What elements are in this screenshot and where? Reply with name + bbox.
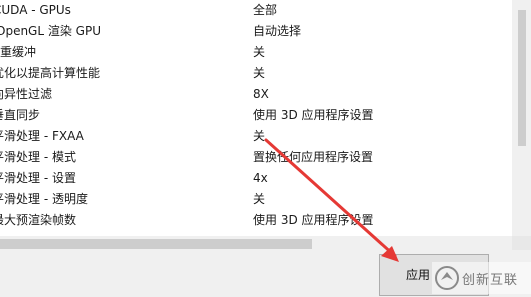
settings-row-aa-transparency[interactable]: 平滑处理 - 透明度 关 <box>0 189 512 210</box>
setting-value[interactable]: 关 <box>253 129 265 143</box>
setting-value[interactable]: 自动选择 <box>253 24 301 38</box>
setting-feature-label: 平滑处理 - 透明度 <box>0 192 96 206</box>
setting-value[interactable]: 4x <box>253 171 268 185</box>
setting-feature-text: 平滑处理 - 设置 <box>0 171 76 185</box>
setting-feature-text: 各向异性过滤 <box>0 87 53 101</box>
setting-feature-label: 三重缓冲 <box>0 45 48 59</box>
setting-value[interactable]: 关 <box>253 192 265 206</box>
setting-value[interactable]: 使用 3D 应用程序设置 <box>253 108 374 122</box>
settings-row-triple-buffering[interactable]: 三重缓冲 关 <box>0 42 512 63</box>
setting-feature-text: 优化以提高计算性能 <box>0 66 101 80</box>
settings-row-fxaa[interactable]: 平滑处理 - FXAA 关 <box>0 126 512 147</box>
settings-row-vsync[interactable]: 垂直同步 使用 3D 应用程序设置 <box>0 105 512 126</box>
settings-row-cuda-gpus[interactable]: CUDA - GPUs 全部 <box>0 0 512 21</box>
setting-feature-text: 三重缓冲 <box>0 45 37 59</box>
vertical-scrollbar-thumb[interactable] <box>518 10 526 146</box>
setting-feature-label: 垂直同步 <box>0 108 48 122</box>
setting-value[interactable]: 关 <box>253 66 265 80</box>
setting-value[interactable]: 全部 <box>253 3 277 17</box>
setting-value[interactable]: 置换任何应用程序设置 <box>253 150 373 164</box>
scrollbar-corner <box>512 236 531 250</box>
setting-feature-label: 优化以提高计算性能 <box>0 66 108 80</box>
horizontal-scrollbar-thumb[interactable] <box>0 239 312 249</box>
watermark-text: 创新互联 <box>462 273 519 288</box>
setting-feature-label: 各向异性过滤 <box>0 87 72 101</box>
setting-feature-label: 平滑处理 - FXAA <box>0 129 92 143</box>
settings-row-aa-mode[interactable]: 平滑处理 - 模式 置换任何应用程序设置 <box>0 147 512 168</box>
setting-feature-text: CUDA - GPUs <box>0 3 71 17</box>
setting-feature-label: OpenGL 渲染 GPU <box>0 24 105 38</box>
settings-row-compute-perf[interactable]: 优化以提高计算性能 关 <box>0 63 512 84</box>
setting-feature-text: OpenGL 渲染 GPU <box>0 24 101 38</box>
setting-feature-text: 垂直同步 <box>0 108 41 122</box>
settings-row-opengl-gpu[interactable]: OpenGL 渲染 GPU 自动选择 <box>0 21 512 42</box>
settings-row-anisotropic[interactable]: 各向异性过滤 8X <box>0 84 512 105</box>
setting-feature-label: 平滑处理 - 设置 <box>0 171 84 185</box>
setting-feature-text: 平滑处理 - 模式 <box>0 150 76 164</box>
setting-feature-label: CUDA - GPUs <box>0 3 78 17</box>
setting-feature-text: 平滑处理 - FXAA <box>0 129 84 143</box>
setting-value[interactable]: 关 <box>253 45 265 59</box>
settings-row-max-prerender[interactable]: 最大预渲染帧数 使用 3D 应用程序设置 <box>0 210 512 231</box>
watermark-logo-icon <box>435 266 459 290</box>
setting-feature-label: 最大预渲染帧数 <box>0 213 84 227</box>
setting-feature-text: 平滑处理 - 透明度 <box>0 192 88 206</box>
setting-feature-label: 平滑处理 - 模式 <box>0 150 84 164</box>
settings-row-aa-setting[interactable]: 平滑处理 - 设置 4x <box>0 168 512 189</box>
settings-list: CUDA - GPUs 全部 OpenGL 渲染 GPU 自动选择 三重缓冲 关… <box>0 0 512 236</box>
setting-value[interactable]: 8X <box>253 87 269 101</box>
setting-feature-text: 最大预渲染帧数 <box>0 213 77 227</box>
setting-value[interactable]: 使用 3D 应用程序设置 <box>253 213 374 227</box>
